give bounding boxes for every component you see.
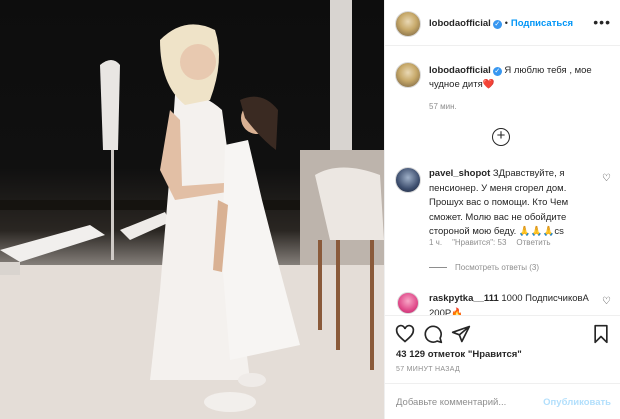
commenter-username[interactable]: pavel_shopot (429, 168, 490, 179)
add-comment-bar: Добавьте комментарий... Опубликовать (385, 383, 620, 419)
heart-emoji: ❤️ (482, 79, 495, 90)
comment-time: 1 ч. (429, 238, 443, 247)
comment: raskpytka__111 1000 ПодписчиковА 200Р🔥 ♡ (395, 292, 611, 316)
photo-illustration (0, 0, 384, 419)
view-replies-button[interactable]: Посмотреть ответы (3) (429, 263, 539, 272)
separator-dot: • (504, 18, 508, 28)
caption-text: lobodaofficial ✓ Я люблю тебя , мое чудно… (429, 64, 609, 92)
post-time-ago: 57 МИНУТ НАЗАД (396, 366, 461, 373)
verified-badge-icon: ✓ (492, 67, 502, 76)
caption-username[interactable]: lobodaofficial (429, 65, 491, 76)
paper-plane-icon[interactable] (451, 324, 471, 344)
reply-button[interactable]: Ответить (516, 238, 550, 247)
comment-like-heart-icon[interactable]: ♡ (602, 173, 611, 184)
caption-avatar[interactable] (395, 62, 421, 88)
commenter-avatar[interactable] (395, 167, 421, 193)
bookmark-icon[interactable] (591, 324, 611, 344)
post-header: lobodaofficial ✓ • Подписаться ••• (385, 0, 620, 46)
comment-meta: 1 ч. "Нравится": 53 Ответить (429, 238, 561, 247)
replies-divider (429, 267, 447, 268)
verified-badge-icon: ✓ (492, 20, 502, 29)
commenter-avatar[interactable] (397, 292, 419, 314)
likes-count[interactable]: 43 129 отметок "Нравится" (396, 349, 522, 360)
commenter-username[interactable]: raskpytka__111 (429, 293, 499, 304)
author-username[interactable]: lobodaofficial (429, 18, 491, 29)
more-options-icon[interactable]: ••• (593, 14, 611, 30)
comment-like-heart-icon[interactable]: ♡ (602, 296, 611, 307)
heart-icon[interactable] (395, 324, 415, 344)
follow-button[interactable]: Подписаться (511, 18, 573, 29)
publish-button[interactable]: Опубликовать (543, 397, 611, 408)
comment-icon[interactable] (423, 324, 443, 344)
post-actions: 43 129 отметок "Нравится" 57 МИНУТ НАЗАД (385, 315, 620, 375)
comment-body: raskpytka__111 1000 ПодписчиковА 200Р🔥 (429, 292, 589, 316)
post-side-panel: lobodaofficial ✓ • Подписаться ••• lobodaof… (384, 0, 620, 419)
comment: pavel_shopot ЗДравствуйте, я пенсионер. … (395, 167, 611, 287)
author-avatar[interactable] (395, 11, 421, 37)
post-photo[interactable] (0, 0, 384, 419)
comment-body: pavel_shopot ЗДравствуйте, я пенсионер. … (429, 167, 589, 240)
load-more-comments-icon[interactable]: + (492, 128, 510, 146)
caption-time: 57 мин. (429, 102, 457, 111)
author-line: lobodaofficial ✓ • Подписаться (429, 18, 573, 29)
view-replies-label: Посмотреть ответы (3) (455, 263, 540, 272)
comment-likes-count[interactable]: "Нравится": 53 (452, 238, 506, 247)
add-comment-input[interactable]: Добавьте комментарий... (396, 397, 506, 408)
